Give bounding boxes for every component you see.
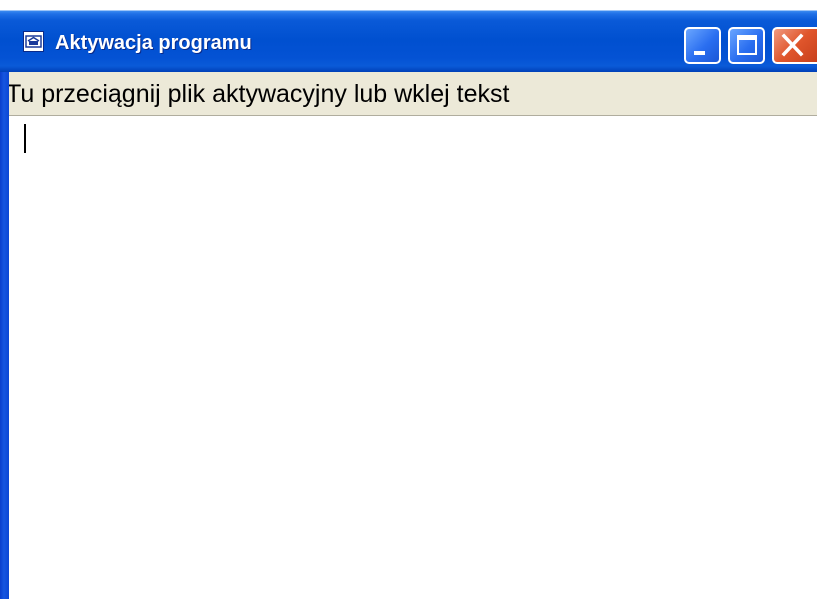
maximize-button[interactable]	[728, 27, 765, 64]
title-bar-top-edge	[0, 0, 817, 10]
minimize-button[interactable]	[684, 27, 721, 64]
text-caret	[24, 124, 26, 153]
close-icon	[781, 33, 804, 57]
window-left-border	[0, 72, 9, 599]
activation-window: Aktywacja programu Tu przeciągnij plik a…	[0, 0, 817, 599]
instruction-bar: Tu przeciągnij plik aktywacyjny lub wkle…	[0, 72, 817, 116]
instruction-text: Tu przeciągnij plik aktywacyjny lub wkle…	[6, 80, 510, 108]
maximize-icon	[737, 35, 757, 55]
window-title: Aktywacja programu	[55, 32, 252, 54]
activation-text-input[interactable]	[9, 117, 817, 599]
close-button[interactable]	[772, 27, 817, 64]
app-window-icon[interactable]	[23, 31, 44, 52]
title-bar[interactable]: Aktywacja programu	[0, 0, 817, 72]
activation-drop-area[interactable]	[9, 117, 817, 599]
minimize-icon	[694, 51, 705, 55]
